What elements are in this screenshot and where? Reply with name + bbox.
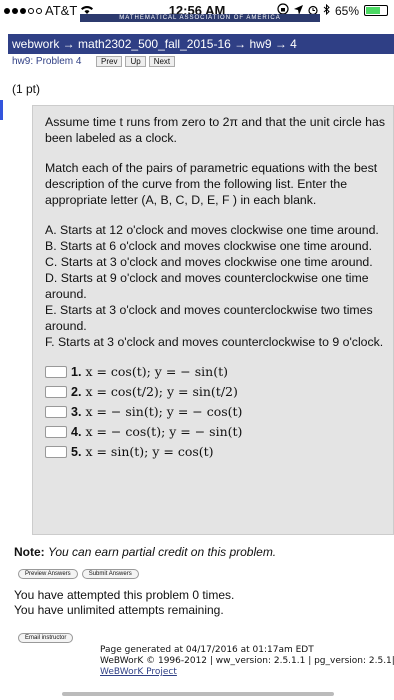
equation-number: 2. [71, 385, 82, 399]
problem-box: Assume time t runs from zero to 2π and t… [32, 105, 394, 535]
answer-input-3[interactable] [45, 406, 67, 418]
answer-input-2[interactable] [45, 386, 67, 398]
problem-points: (1 pt) [12, 82, 41, 96]
equation-number: 1. [71, 365, 82, 379]
equation-row: 5. x = sin(t); y = cos(t) [45, 442, 393, 462]
problem-crumb[interactable]: hw9: Problem 4 [12, 56, 96, 67]
email-instructor-button[interactable]: Email instructor [18, 633, 74, 643]
note-label: Note: [14, 545, 45, 559]
equation-list: 1. x = cos(t); y = − sin(t) 2. x = cos(t… [45, 362, 393, 462]
prev-button[interactable]: Prev [96, 55, 123, 67]
equation-row: 4. x = − cos(t); y = − sin(t) [45, 422, 393, 442]
equation-number: 4. [71, 425, 82, 439]
equation-row: 3. x = − sin(t); y = − cos(t) [45, 402, 393, 422]
attempts-count: You have attempted this problem 0 times. [14, 588, 235, 602]
option-c: C. Starts at 3 o'clock and moves clockwi… [45, 255, 373, 269]
equation-text: x = − cos(t); y = − sin(t) [85, 424, 243, 439]
attempts-info: You have attempted this problem 0 times.… [14, 588, 234, 618]
option-e: E. Starts at 3 o'clock and moves counter… [45, 303, 373, 333]
generated-timestamp: Page generated at 04/17/2016 at 01:17am … [100, 645, 314, 655]
webwork-project-link[interactable]: WeBWorK Project [100, 667, 394, 678]
partial-credit-note: Note: You can earn partial credit on thi… [14, 545, 276, 559]
page-footer: Page generated at 04/17/2016 at 01:17am … [100, 645, 394, 678]
home-indicator[interactable] [62, 692, 334, 696]
equation-text: x = cos(t/2); y = sin(t/2) [85, 384, 238, 399]
preview-answers-button[interactable]: Preview Answers [18, 569, 78, 579]
option-a: A. Starts at 12 o'clock and moves clockw… [45, 223, 379, 237]
up-button[interactable]: Up [125, 55, 146, 67]
answer-buttons: Preview Answers Submit Answers [18, 569, 139, 579]
submit-answers-button[interactable]: Submit Answers [81, 569, 139, 579]
options-list: A. Starts at 12 o'clock and moves clockw… [45, 222, 393, 350]
battery-icon [364, 5, 388, 16]
option-d: D. Starts at 9 o'clock and moves counter… [45, 271, 369, 301]
equation-text: x = − sin(t); y = − cos(t) [85, 404, 243, 419]
answer-input-4[interactable] [45, 426, 67, 438]
bluetooth-icon [323, 3, 330, 18]
attempts-remaining: You have unlimited attempts remaining. [14, 603, 224, 617]
problem-nav: hw9: Problem 4 Prev Up Next [8, 54, 394, 68]
equation-row: 1. x = cos(t); y = − sin(t) [45, 362, 393, 382]
intro-paragraph: Assume time t runs from zero to 2π and t… [45, 115, 385, 145]
version-info: WeBWorK © 1996-2012 | ww_version: 2.5.1.… [100, 656, 394, 666]
note-text: You can earn partial credit on this prob… [48, 545, 277, 559]
option-b: B. Starts at 6 o'clock and moves clockwi… [45, 239, 373, 253]
instructions-paragraph: Match each of the pairs of parametric eq… [45, 161, 378, 207]
equation-text: x = sin(t); y = cos(t) [85, 444, 214, 459]
next-button[interactable]: Next [148, 55, 176, 67]
option-f: F. Starts at 3 o'clock and moves counter… [45, 335, 384, 349]
site-banner: MATHEMATICAL ASSOCIATION OF AMERICA [80, 14, 320, 22]
equation-number: 5. [71, 445, 82, 459]
breadcrumb-header[interactable]: webwork → math2302_500_fall_2015-16 → hw… [8, 34, 394, 54]
answer-input-5[interactable] [45, 446, 67, 458]
answer-input-1[interactable] [45, 366, 67, 378]
battery-percent: 65% [334, 3, 359, 18]
sidebar-edge [0, 100, 3, 120]
email-instructor-wrap: Email instructor [18, 626, 74, 644]
equation-text: x = cos(t); y = − sin(t) [85, 364, 228, 379]
equation-number: 3. [71, 405, 82, 419]
equation-row: 2. x = cos(t/2); y = sin(t/2) [45, 382, 393, 402]
